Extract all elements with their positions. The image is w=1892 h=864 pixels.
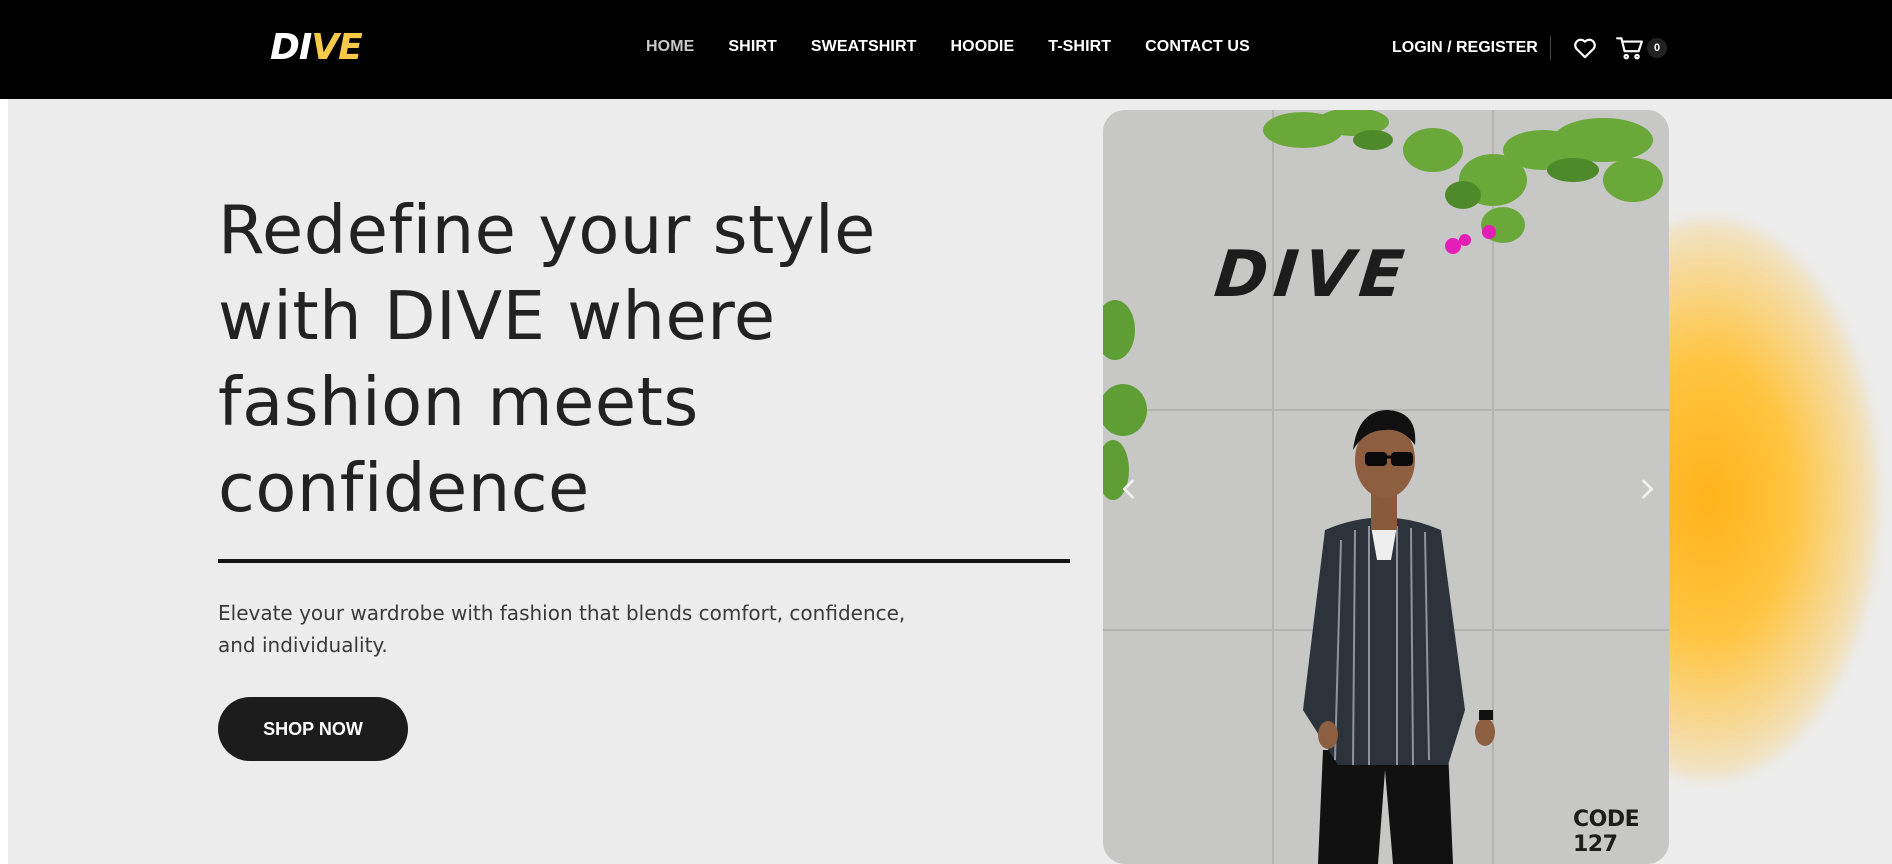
hero-headline: Redefine your style with DIVE where fash… [218,191,876,527]
hero-divider [218,559,1070,563]
nav-item-contact-us[interactable]: CONTACT US [1145,36,1250,58]
login-register-link[interactable]: LOGIN / REGISTER [1392,37,1538,59]
model-photo [1103,110,1669,864]
main-nav: HOME SHIRT SWEATSHIRT HOODIE T-SHIRT CON… [646,36,1250,58]
nav-item-sweatshirt[interactable]: SWEATSHIRT [811,36,917,58]
nav-item-t-shirt[interactable]: T-SHIRT [1048,36,1111,58]
hero-slider[interactable]: DIVE CODE 127 [1103,110,1669,864]
nav-item-hoodie[interactable]: HOODIE [951,36,1015,58]
wall-brand-sign: DIVE [1211,238,1414,312]
shop-now-button[interactable]: SHOP NOW [218,697,408,761]
header-divider [1550,36,1551,60]
nav-item-shirt[interactable]: SHIRT [728,36,777,58]
wall-code-text: CODE 127 [1573,807,1640,857]
hero-subcopy: Elevate your wardrobe with fashion that … [218,601,906,657]
chevron-left-icon[interactable] [1115,475,1143,503]
chevron-right-icon[interactable] [1633,475,1661,503]
nav-item-home[interactable]: HOME [646,36,694,58]
cart-icon[interactable] [1616,35,1644,61]
logo-text-part2: VE [311,27,362,68]
site-logo[interactable]: DIVE [270,27,363,68]
site-header: DIVE HOME SHIRT SWEATSHIRT HOODIE T-SHIR… [0,0,1892,99]
cart-count-badge: 0 [1647,38,1667,58]
heart-icon[interactable] [1572,35,1598,61]
hero-section: Redefine your style with DIVE where fash… [8,99,1892,864]
logo-text-part1: DI [270,27,312,68]
